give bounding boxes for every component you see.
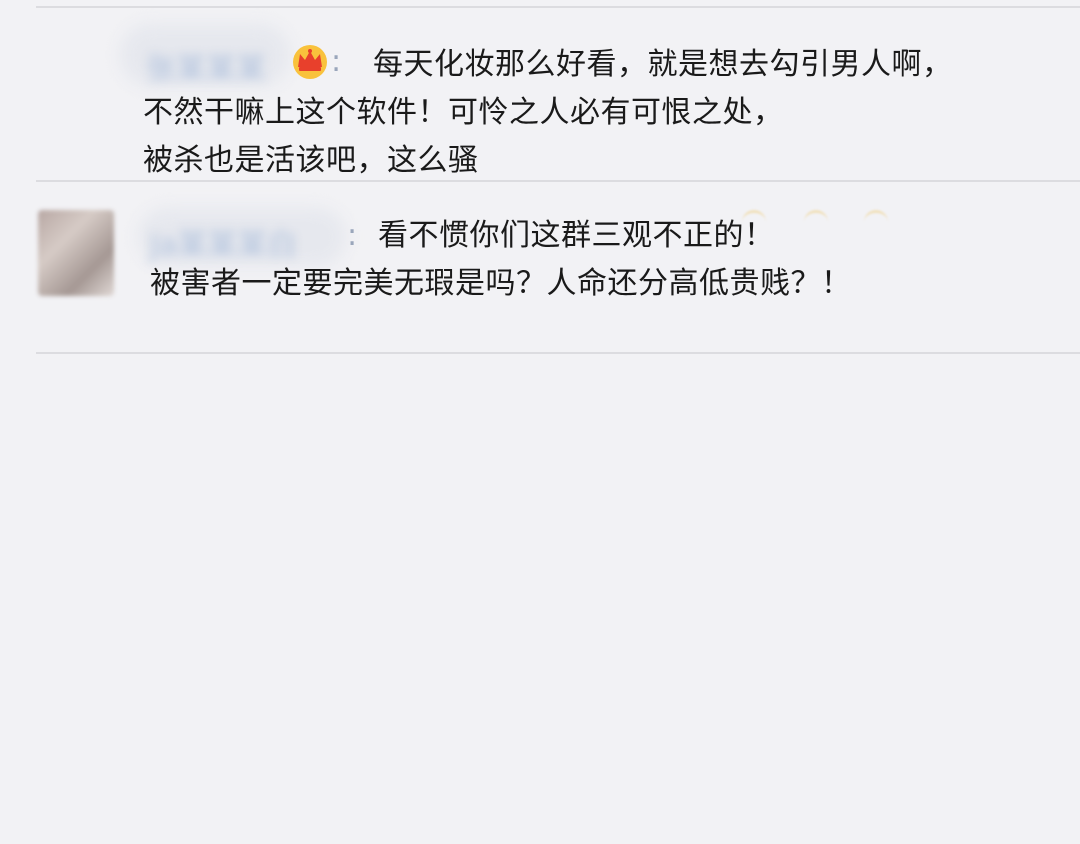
comment-body: 每天化妆那么好看，就是想去勾引男人啊， 不然干嘛上这个软件！可怜之人必有可恨之处… (143, 41, 953, 185)
comment-line: 不然干嘛上这个软件！可怜之人必有可恨之处， (143, 95, 784, 130)
comment-line: 被害者一定要完美无瑕是吗？人命还分高低贵贱？！ (150, 266, 852, 301)
comment-line: 被杀也是活该吧，这么骚 (143, 143, 479, 178)
comment-body: 看不惯你们这群三观不正的！ 被害者一定要完美无瑕是吗？人命还分高低贵贱？！ (150, 212, 852, 308)
comment-item-2[interactable]: Ja某某某白 : 看不惯你们这群三观不正的！ 被害者一定要完美无瑕是吗？人命还分… (0, 182, 1080, 354)
comment-line: 每天化妆那么好看，就是想去勾引男人啊， (373, 47, 953, 82)
avatar[interactable] (38, 210, 114, 296)
comment-line: 看不惯你们这群三观不正的！ (378, 218, 775, 253)
emoji-icon (864, 210, 888, 223)
comment-item-1[interactable]: 张某某某 : 每天化妆那么好看，就是想去勾引男人啊， 不然干嘛上这个软件！可怜之… (0, 0, 1080, 182)
divider-bottom (36, 352, 1080, 354)
